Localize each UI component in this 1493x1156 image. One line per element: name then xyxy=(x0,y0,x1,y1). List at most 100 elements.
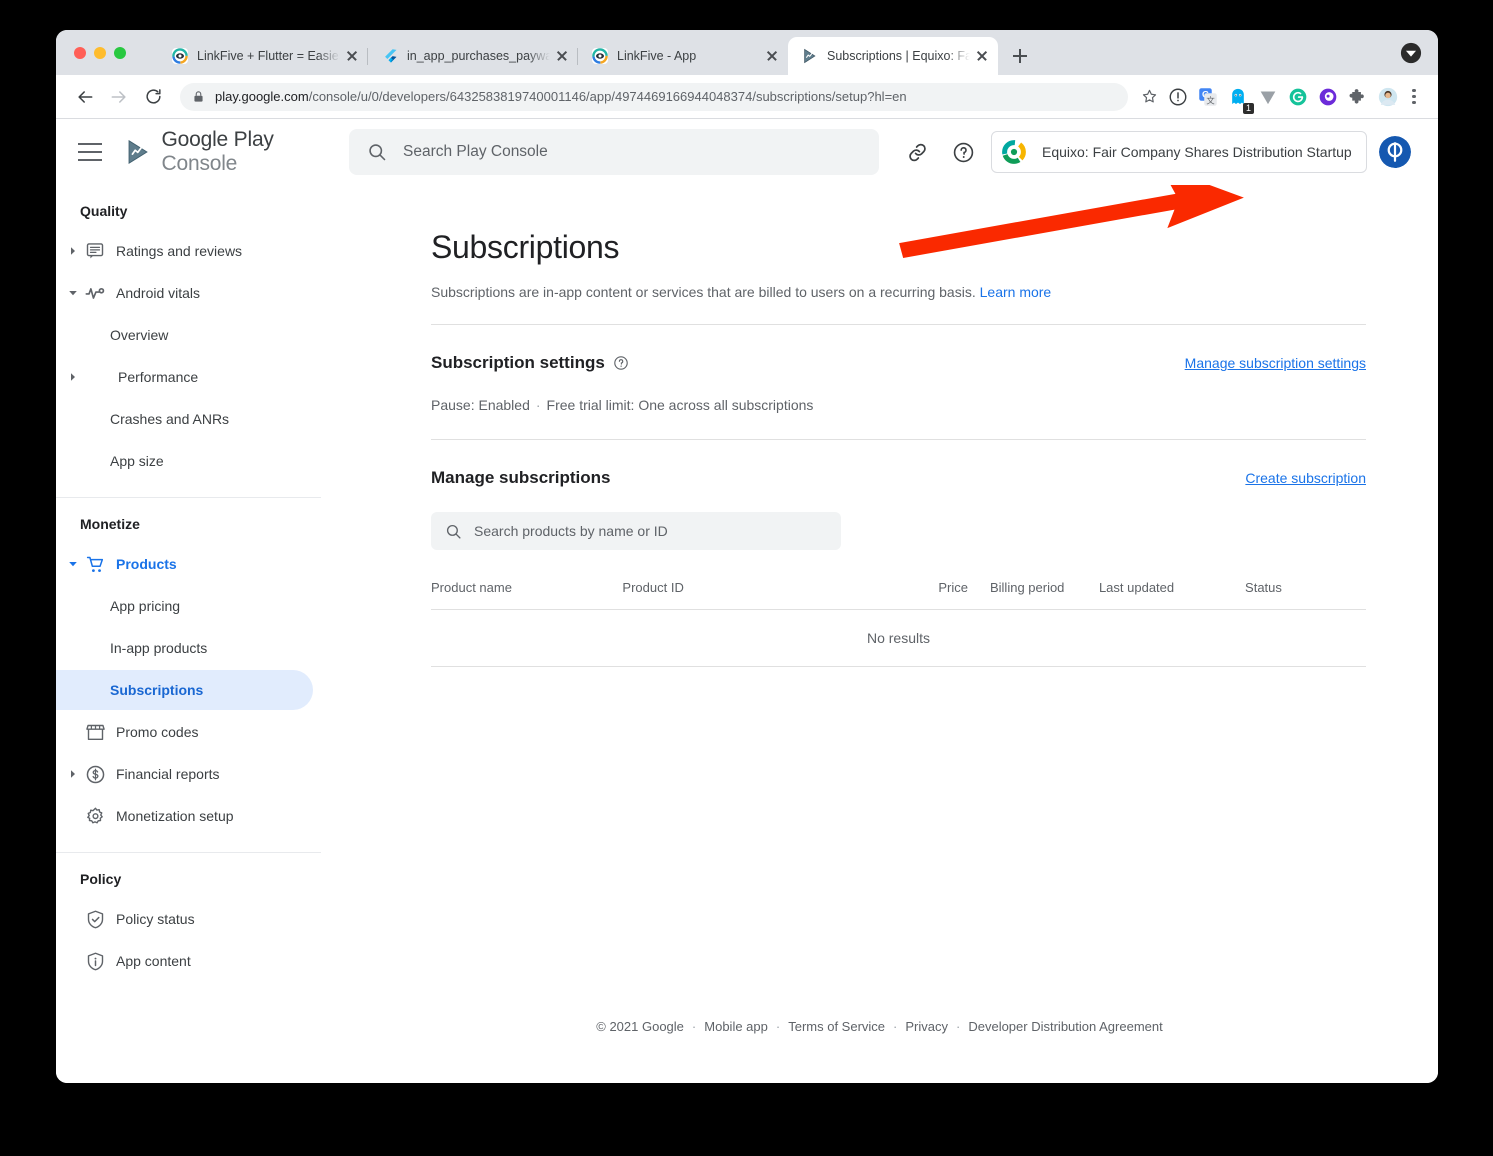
close-tab-button[interactable] xyxy=(974,48,990,64)
linkfive-icon xyxy=(592,48,608,64)
sidebar-item-ratings-and-reviews[interactable]: Ratings and reviews xyxy=(56,231,313,271)
sidebar-item-app-content[interactable]: App content xyxy=(56,941,313,981)
puzzle-extensions-icon[interactable] xyxy=(1348,87,1368,107)
sidebar-item-policy-status[interactable]: Policy status xyxy=(56,899,313,939)
page-description-text: Subscriptions are in-app content or serv… xyxy=(431,284,976,300)
forward-button[interactable] xyxy=(104,82,134,112)
sidebar-item-in-app-products[interactable]: In-app products xyxy=(56,628,313,668)
manage-subscriptions-title: Manage subscriptions xyxy=(431,468,611,487)
browser-tab-3[interactable]: LinkFive - App xyxy=(578,37,788,75)
column-product-name[interactable]: Product name xyxy=(431,580,623,610)
search-input[interactable]: Search Play Console xyxy=(349,129,879,175)
tab-title: Subscriptions | Equixo: Fair Co xyxy=(827,49,970,63)
sidebar-item-promo-codes[interactable]: Promo codes xyxy=(56,712,313,752)
chevron-right-icon[interactable] xyxy=(64,769,82,779)
vimeo-icon[interactable] xyxy=(1258,87,1278,107)
create-subscription-link[interactable]: Create subscription xyxy=(1245,470,1366,486)
gear-icon xyxy=(82,806,108,827)
shield-check-icon xyxy=(82,909,108,930)
product-search-input[interactable]: Search products by name or ID xyxy=(431,512,841,550)
sidebar-item-app-size[interactable]: App size xyxy=(56,441,313,481)
footer-link-mobile-app[interactable]: Mobile app xyxy=(704,1019,768,1034)
tab-title: in_app_purchases_paywall_ui xyxy=(407,49,550,63)
footer-link-developer-distribution-agreement[interactable]: Developer Distribution Agreement xyxy=(968,1019,1162,1034)
ghostery-icon[interactable]: 1 xyxy=(1228,87,1254,114)
pause-setting: Pause: Enabled xyxy=(431,397,530,413)
back-button[interactable] xyxy=(70,82,100,112)
table-header-row: Product name Product ID Price Billing pe… xyxy=(431,580,1366,610)
column-billing-period[interactable]: Billing period xyxy=(967,580,1099,610)
brand-logo[interactable]: Google Play Console xyxy=(124,128,339,176)
chevron-down-icon[interactable] xyxy=(64,559,82,569)
browser-tab-4[interactable]: Subscriptions | Equixo: Fair Co xyxy=(788,37,998,75)
product-search-placeholder: Search products by name or ID xyxy=(474,523,668,539)
main-content: Subscriptions Subscriptions are in-app c… xyxy=(321,119,1438,1083)
sidebar-item-financial-reports[interactable]: Financial reports xyxy=(56,754,313,794)
sidebar-item-monetization-setup[interactable]: Monetization setup xyxy=(56,796,313,836)
new-tab-button[interactable] xyxy=(1006,42,1034,70)
minimize-window-button[interactable] xyxy=(94,47,106,59)
browser-tab-2[interactable]: in_app_purchases_paywall_ui xyxy=(368,37,578,75)
close-window-button[interactable] xyxy=(74,47,86,59)
sidebar-item-app-pricing[interactable]: App pricing xyxy=(56,586,313,626)
brand-console: Console xyxy=(161,152,238,175)
help-circle-icon[interactable] xyxy=(943,132,983,172)
browser-menu-button[interactable] xyxy=(1404,87,1424,107)
table-header: Product name Product ID Price Billing pe… xyxy=(431,580,1366,610)
app-name: Equixo: Fair Company Shares Distribution… xyxy=(1042,144,1352,160)
sidebar-item-label: Overview xyxy=(110,327,169,343)
account-avatar-icon[interactable] xyxy=(1378,136,1411,168)
help-circle-icon[interactable] xyxy=(613,355,629,371)
sidebar-item-label: Crashes and ANRs xyxy=(110,411,230,427)
grammarly-icon[interactable] xyxy=(1288,87,1308,107)
close-tab-button[interactable] xyxy=(344,48,360,64)
link-icon[interactable] xyxy=(897,132,937,172)
url-host: play.google.com xyxy=(215,89,309,104)
sidebar-item-subscriptions[interactable]: Subscriptions xyxy=(56,670,313,710)
content-area: Subscriptions Subscriptions are in-app c… xyxy=(321,167,1438,991)
sidebar-item-crashes-and-anrs[interactable]: Crashes and ANRs xyxy=(56,399,313,439)
sidebar-item-label: Policy status xyxy=(116,911,195,927)
address-bar[interactable]: play.google.com/console/u/0/developers/6… xyxy=(180,82,1128,111)
search-icon xyxy=(446,524,461,539)
browser-profile-icon[interactable] xyxy=(1400,42,1422,64)
column-last-updated[interactable]: Last updated xyxy=(1098,580,1246,610)
bookmark-button[interactable] xyxy=(1136,84,1162,110)
app-selector[interactable]: Equixo: Fair Company Shares Distribution… xyxy=(991,131,1367,173)
chevron-right-icon[interactable] xyxy=(64,246,82,256)
separator: · xyxy=(893,1019,898,1034)
learn-more-link[interactable]: Learn more xyxy=(980,284,1052,300)
close-tab-button[interactable] xyxy=(764,48,780,64)
close-tab-button[interactable] xyxy=(554,48,570,64)
column-product-id[interactable]: Product ID xyxy=(622,580,900,610)
sidebar-section-monetize: Monetize Products App pricing In-app pro… xyxy=(56,497,321,852)
manage-subscription-settings-link[interactable]: Manage subscription settings xyxy=(1185,355,1366,371)
sidebar-item-products[interactable]: Products xyxy=(56,544,313,584)
search-icon xyxy=(369,144,386,161)
footer-link-privacy[interactable]: Privacy xyxy=(905,1019,948,1034)
purple-circle-icon[interactable] xyxy=(1318,87,1338,107)
reload-button[interactable] xyxy=(138,82,168,112)
chevron-down-icon[interactable] xyxy=(64,288,82,298)
brand-google-play: Google Play xyxy=(161,128,274,151)
search-placeholder: Search Play Console xyxy=(403,143,548,160)
free-trial-setting: Free trial limit: One across all subscri… xyxy=(546,397,814,413)
column-status[interactable]: Status xyxy=(1245,580,1366,610)
sidebar-item-overview[interactable]: Overview xyxy=(56,315,313,355)
hamburger-icon[interactable] xyxy=(78,143,102,161)
reload-icon xyxy=(145,89,161,104)
sidebar-section-quality: Quality Ratings and reviews Android vita… xyxy=(56,185,321,497)
sidebar-item-performance[interactable]: Performance xyxy=(56,357,313,397)
maximize-window-button[interactable] xyxy=(114,47,126,59)
google-translate-icon[interactable]: G 文 xyxy=(1198,87,1218,107)
chevron-right-icon[interactable] xyxy=(64,372,82,382)
column-price[interactable]: Price xyxy=(899,580,968,610)
sidebar-item-label: App pricing xyxy=(110,598,181,614)
browser-tab-1[interactable]: LinkFive + Flutter = Easiest Inte xyxy=(158,37,368,75)
sidebar-item-label: Performance xyxy=(118,369,199,385)
profile-avatar-icon[interactable] xyxy=(1378,87,1398,107)
info-icon[interactable] xyxy=(1168,87,1188,107)
url-path: /console/u/0/developers/6432583819740001… xyxy=(308,89,907,104)
sidebar-item-android-vitals[interactable]: Android vitals xyxy=(56,273,313,313)
footer-link-terms-of-service[interactable]: Terms of Service xyxy=(788,1019,885,1034)
